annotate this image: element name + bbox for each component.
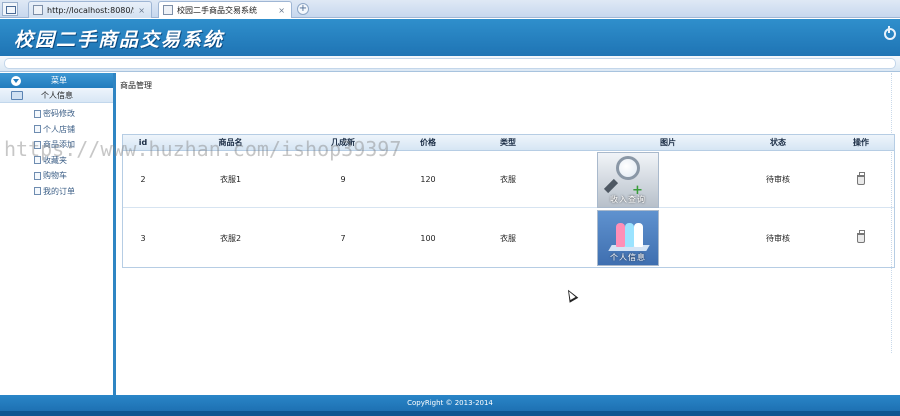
sidebar-item-label: 密码修改 xyxy=(43,109,75,119)
column-header-type[interactable]: 类型 xyxy=(468,135,548,151)
footer-copyright: CopyRight © 2013-2014 xyxy=(407,399,493,407)
browser-tab-app[interactable]: 校园二手商品交易系统 × xyxy=(158,1,292,18)
sidebar-item-add-goods[interactable]: 商品添加 xyxy=(0,137,113,153)
close-tab-icon[interactable]: × xyxy=(278,6,285,15)
document-icon xyxy=(34,187,41,196)
cell-status: 待审核 xyxy=(766,233,790,243)
sidebar-section-label: 个人信息 xyxy=(41,90,73,100)
column-header-id[interactable]: id xyxy=(123,135,163,151)
sidebar-menu-header[interactable]: 菜单 xyxy=(0,73,113,88)
column-header-name[interactable]: 商品名 xyxy=(163,135,298,151)
sidebar-item-cart[interactable]: 购物车 xyxy=(0,168,113,184)
cell-status: 待审核 xyxy=(766,175,790,184)
cell-type: 衣服 xyxy=(500,175,516,184)
footer-strip xyxy=(0,411,900,416)
cell-condition: 7 xyxy=(340,233,346,243)
document-icon xyxy=(34,156,41,165)
person-figure-icon xyxy=(625,223,634,247)
header-subbar xyxy=(0,56,900,72)
cell-price: 100 xyxy=(420,233,436,243)
subbar-strip xyxy=(4,58,896,69)
cell-id: 2 xyxy=(140,175,146,184)
goods-thumbnail[interactable]: 个人信息 xyxy=(597,210,659,266)
cell-type: 衣服 xyxy=(500,233,516,243)
sidebar-menu-title: 菜单 xyxy=(51,76,67,85)
document-icon xyxy=(34,171,41,180)
document-icon xyxy=(34,125,41,134)
folder-icon xyxy=(11,90,23,100)
sidebar-menu-list: 密码修改 个人店铺 商品添加 收藏夹 购物车 我的订单 xyxy=(0,103,113,199)
thumbnail-caption: 个人信息 xyxy=(610,253,646,262)
cell-price: 120 xyxy=(420,175,436,184)
sidebar-item-label: 个人店铺 xyxy=(43,124,75,134)
column-header-actions[interactable]: 操作 xyxy=(828,135,894,151)
cell-image: 个人信息 xyxy=(548,209,708,267)
main-content: 商品管理 id 商品名 几成新 价格 类型 图片 状态 操作 2 衣服1 9 1… xyxy=(118,73,898,395)
sidebar-item-orders[interactable]: 我的订单 xyxy=(0,184,113,200)
sidebar-item-favorites[interactable]: 收藏夹 xyxy=(0,153,113,169)
power-icon[interactable] xyxy=(884,26,896,40)
delete-trash-icon[interactable] xyxy=(857,230,865,243)
column-header-condition[interactable]: 几成新 xyxy=(298,135,388,151)
cell-image: + 收入查询 xyxy=(548,151,708,208)
browser-tab-localhost[interactable]: http://localhost:8080/S... × xyxy=(28,1,152,18)
sidebar-item-shop[interactable]: 个人店铺 xyxy=(0,122,113,138)
sidebar-section-personal[interactable]: 个人信息 xyxy=(0,88,113,103)
thumbnail-caption: 收入查询 xyxy=(610,194,646,204)
app-header: 校园二手商品交易系统 xyxy=(0,19,900,56)
document-icon xyxy=(34,109,41,118)
tab-label: 校园二手商品交易系统 xyxy=(177,5,257,15)
page-title: 商品管理 xyxy=(120,81,152,90)
page-favicon-icon xyxy=(163,5,173,15)
page-favicon-icon xyxy=(33,5,43,15)
cell-name: 衣服1 xyxy=(219,175,242,184)
goods-thumbnail[interactable]: + 收入查询 xyxy=(597,151,659,208)
cell-actions xyxy=(828,209,894,267)
magnifier-icon xyxy=(616,155,640,180)
tab-label: http://localhost:8080/S... xyxy=(47,5,134,15)
sidebar-item-label: 商品添加 xyxy=(43,140,75,150)
delete-trash-icon[interactable] xyxy=(857,171,865,185)
magnifier-handle xyxy=(603,178,619,193)
cell-condition: 9 xyxy=(340,175,346,184)
close-tab-icon[interactable]: × xyxy=(138,6,145,15)
cell-id: 3 xyxy=(140,233,146,243)
footer: CopyRight © 2013-2014 xyxy=(0,395,900,416)
sidebar-item-label: 收藏夹 xyxy=(43,155,67,165)
column-header-status[interactable]: 状态 xyxy=(728,135,828,151)
table-row[interactable]: 2 衣服1 9 120 衣服 + 收入查询 待审核 xyxy=(123,151,894,208)
table-row[interactable]: 3 衣服2 7 100 衣服 个人信息 待审核 xyxy=(123,209,894,267)
person-figure-icon xyxy=(634,223,643,247)
goods-table: id 商品名 几成新 价格 类型 图片 状态 操作 2 衣服1 9 120 衣服… xyxy=(122,134,895,268)
table-header: id 商品名 几成新 价格 类型 图片 状态 操作 xyxy=(123,135,894,151)
person-figure-icon xyxy=(616,223,625,247)
app-title: 校园二手商品交易系统 xyxy=(14,29,225,51)
sidebar-item-password[interactable]: 密码修改 xyxy=(0,106,113,122)
browser-menu-icon[interactable] xyxy=(2,2,18,16)
cell-name: 衣服2 xyxy=(219,233,242,243)
column-header-price[interactable]: 价格 xyxy=(388,135,468,151)
collapse-chevron-icon[interactable] xyxy=(11,75,21,86)
new-tab-button[interactable]: + xyxy=(297,3,309,15)
cell-actions xyxy=(828,152,894,207)
sidebar: 菜单 个人信息 密码修改 个人店铺 商品添加 收藏夹 购物车 我的订单 xyxy=(0,73,116,395)
browser-tabstrip: http://localhost:8080/S... × 校园二手商品交易系统 … xyxy=(0,0,900,18)
sidebar-item-label: 购物车 xyxy=(43,171,67,181)
sidebar-item-label: 我的订单 xyxy=(43,186,75,196)
document-icon xyxy=(34,140,41,149)
